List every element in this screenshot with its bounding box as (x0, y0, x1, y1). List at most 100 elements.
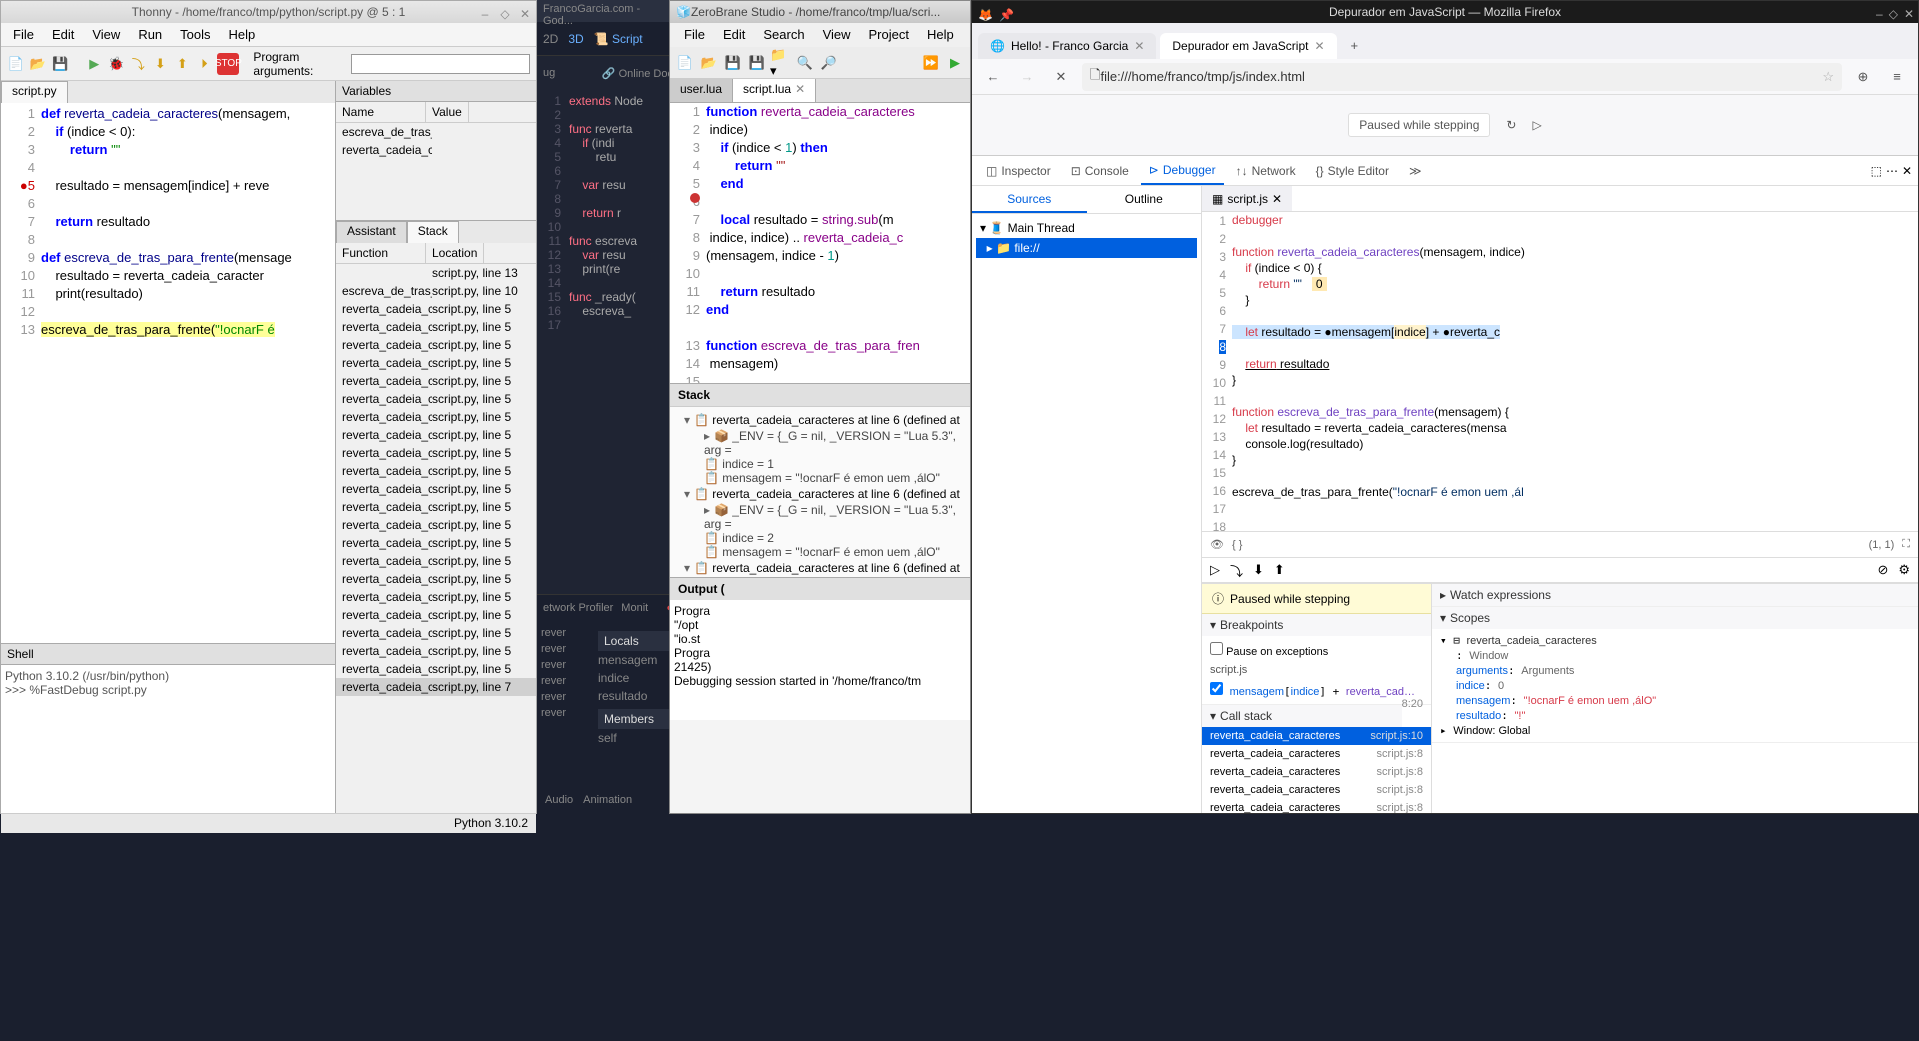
stack-row[interactable]: reverta_cadeia_carascript.py, line 5 (336, 660, 536, 678)
stack-row[interactable]: reverta_cadeia_carascript.py, line 5 (336, 462, 536, 480)
breakpoints-header[interactable]: ▾ Breakpoints (1202, 614, 1431, 636)
stack-row[interactable]: reverta_cadeia_carascript.py, line 7 (336, 678, 536, 696)
tab-debugger[interactable]: Depurador em JavaScript ✕ (1160, 33, 1336, 59)
responsive-icon[interactable]: ⬚ (1871, 164, 1882, 178)
tab-script-py[interactable]: script.py (1, 81, 68, 103)
stack-row[interactable]: script.py, line 13 (336, 264, 536, 282)
minimize-icon[interactable]: – (478, 3, 492, 17)
stack-row[interactable]: reverta_cadeia_carascript.py, line 5 (336, 408, 536, 426)
replace-icon[interactable]: 🔎 (818, 52, 840, 74)
save-icon[interactable]: 💾 (722, 52, 744, 74)
tab-network[interactable]: ↑↓ Network (1228, 158, 1304, 184)
tab-script[interactable]: 📜 Script (594, 32, 643, 46)
tab-assistant[interactable]: Assistant (336, 221, 407, 243)
menu-view[interactable]: View (84, 25, 128, 44)
stack-row[interactable]: reverta_cadeia_carascript.py, line 5 (336, 534, 536, 552)
menu-help[interactable]: Help (221, 25, 264, 44)
step-over-icon[interactable]: ⤵ (129, 53, 147, 75)
stack-row[interactable]: reverta_cadeia_carascript.py, line 5 (336, 552, 536, 570)
callstack-item[interactable]: reverta_cadeia_caracteresscript.js:8 (1202, 763, 1431, 781)
pocket-icon[interactable]: ⊕ (1850, 64, 1876, 90)
expand-icon[interactable]: ⛶ (1902, 538, 1910, 551)
callstack-header[interactable]: ▾ Call stack (1202, 705, 1402, 727)
scope-variable[interactable]: indice: 0 (1456, 678, 1910, 693)
scope-window[interactable]: ▸ Window: Global (1440, 723, 1910, 738)
step-out-icon[interactable]: ⬆ (173, 53, 191, 75)
menu-tools[interactable]: Tools (172, 25, 218, 44)
code-editor[interactable]: 1234●5678910111213 def reverta_cadeia_ca… (1, 103, 335, 643)
godot-code[interactable]: 1extends Node23func reverta4 if (indi5 r… (537, 90, 679, 336)
stack-row[interactable]: reverta_cadeia_carascript.py, line 5 (336, 318, 536, 336)
ff-titlebar[interactable]: 🦊📌 Depurador em JavaScript — Mozilla Fir… (972, 1, 1918, 23)
eye-icon[interactable]: 👁 (1210, 538, 1224, 551)
resume-icon[interactable]: ▷ (1210, 562, 1220, 578)
pin-icon[interactable]: 📌 (999, 4, 1014, 26)
js-editor[interactable]: 12345678910111213141516171819 debugger f… (1202, 212, 1918, 531)
stack-row[interactable]: reverta_cadeia_carascript.py, line 5 (336, 354, 536, 372)
reload-icon[interactable]: ✕ (1048, 64, 1074, 90)
tab-console[interactable]: ⊡ Console (1063, 158, 1137, 184)
shell-body[interactable]: Python 3.10.2 (/usr/bin/python)>>> %Fast… (1, 665, 335, 813)
stack-row[interactable]: reverta_cadeia_carascript.py, line 5 (336, 480, 536, 498)
run-icon[interactable]: ⏩ (920, 52, 942, 74)
stack-row[interactable]: reverta_cadeia_carascript.py, line 5 (336, 426, 536, 444)
minimize-icon[interactable]: – (1876, 3, 1883, 25)
thread-main[interactable]: ▾ 🧵 Main Thread (976, 218, 1197, 238)
menu-file[interactable]: File (676, 25, 713, 45)
scope-variable[interactable]: arguments: Arguments (1456, 663, 1910, 678)
progargs-input[interactable] (351, 54, 530, 74)
menu-view[interactable]: View (815, 25, 859, 45)
step-in-icon[interactable]: ⬇ (1253, 562, 1264, 578)
scope-variable[interactable]: resultado: "!" (1456, 708, 1910, 723)
project-icon[interactable]: 📁▾ (770, 52, 792, 74)
url-input[interactable]: 🗋 file:///home/franco/tmp/js/index.html☆ (1082, 63, 1842, 91)
tab-inspector[interactable]: ◫ Inspector (978, 158, 1059, 184)
tab-2d[interactable]: 2D (543, 32, 558, 46)
maximize-icon[interactable]: ◇ (498, 3, 512, 17)
menu-project[interactable]: Project (861, 25, 917, 45)
menu-run[interactable]: Run (130, 25, 170, 44)
bookmark-icon[interactable]: ☆ (1822, 69, 1834, 85)
variable-row[interactable]: reverta_cadeia_car (336, 141, 536, 159)
disable-bp-icon[interactable]: ⊘ (1877, 562, 1888, 578)
bp-checkbox[interactable] (1210, 682, 1223, 695)
tab-style[interactable]: {} Style Editor (1308, 158, 1397, 184)
tab-script-js[interactable]: ▦ script.js ✕ (1202, 186, 1292, 211)
close-tab-icon[interactable]: ✕ (1314, 39, 1324, 53)
step-out-icon[interactable]: ⬆ (1274, 562, 1285, 578)
source-file[interactable]: ▸ 📁 file:// (976, 238, 1197, 258)
close-tab-icon[interactable]: ✕ (795, 82, 805, 96)
dt-menu-icon[interactable]: ⋯ (1886, 164, 1898, 178)
stack-row[interactable]: reverta_cadeia_carascript.py, line 5 (336, 390, 536, 408)
play-icon[interactable]: ▶ (944, 52, 966, 74)
settings-icon[interactable]: ⚙ (1898, 562, 1910, 578)
step-into-icon[interactable]: ⬇ (151, 53, 169, 75)
debug-icon[interactable]: 🐞 (107, 53, 125, 75)
stack-row[interactable]: reverta_cadeia_carascript.py, line 5 (336, 516, 536, 534)
menu-edit[interactable]: Edit (44, 25, 82, 44)
open-icon[interactable]: 📂 (698, 52, 720, 74)
tab-script-lua[interactable]: script.lua✕ (733, 79, 816, 102)
callstack-item[interactable]: reverta_cadeia_caracteresscript.js:8 (1202, 781, 1431, 799)
maximize-icon[interactable]: ◇ (1889, 3, 1898, 25)
callstack-item[interactable]: reverta_cadeia_caracteresscript.js:8 (1202, 745, 1431, 763)
zb-titlebar[interactable]: 🧊 ZeroBrane Studio - /home/franco/tmp/lu… (670, 1, 970, 23)
more-tabs-icon[interactable]: ≫ (1401, 158, 1430, 184)
tab-sources[interactable]: Sources (972, 186, 1087, 213)
scopes-header[interactable]: ▾ Scopes (1432, 607, 1918, 629)
variable-row[interactable]: escreva_de_tras_pa (336, 123, 536, 141)
callstack-item[interactable]: reverta_cadeia_caracteresscript.js:8 (1202, 799, 1431, 813)
pause-exceptions-checkbox[interactable] (1210, 642, 1223, 655)
dt-close-icon[interactable]: ✕ (1902, 164, 1912, 178)
tab-stack[interactable]: Stack (407, 221, 459, 243)
new-icon[interactable]: 📄 (674, 52, 696, 74)
callstack-item[interactable]: reverta_cadeia_caracteresscript.js:10 (1202, 727, 1431, 745)
thonny-titlebar[interactable]: Thonny - /home/franco/tmp/python/script.… (1, 1, 536, 23)
stack-row[interactable]: reverta_cadeia_carascript.py, line 5 (336, 642, 536, 660)
stack-row[interactable]: reverta_cadeia_carascript.py, line 5 (336, 498, 536, 516)
step-icon[interactable]: ↻ (1506, 118, 1516, 132)
stack-frame[interactable]: ▾📋 reverta_cadeia_caracteres at line 6 (… (674, 411, 966, 429)
scope-block[interactable]: ▾ ⊟ reverta_cadeia_caracteres (1440, 633, 1910, 648)
stack-row[interactable]: reverta_cadeia_carascript.py, line 5 (336, 336, 536, 354)
stack-row[interactable]: escreva_de_tras_pascript.py, line 10 (336, 282, 536, 300)
